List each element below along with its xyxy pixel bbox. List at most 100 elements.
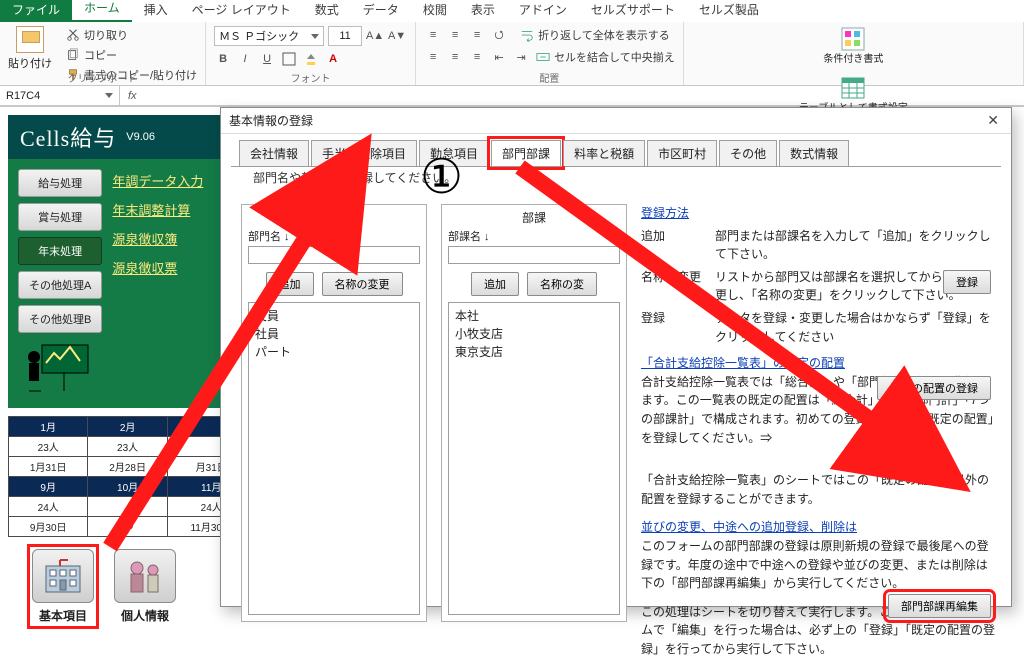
increase-font-icon[interactable]: A▲: [366, 27, 384, 45]
ribbon-tab-view[interactable]: 表示: [459, 0, 507, 22]
reedit-button[interactable]: 部門部課再編集: [888, 594, 991, 618]
dlg-tab-city[interactable]: 市区町村: [647, 140, 717, 166]
presenter-icon: [18, 341, 102, 398]
wrap-label: 折り返して全体を表示する: [538, 27, 670, 43]
list-item[interactable]: 小牧支店: [455, 325, 613, 343]
default-layout-button[interactable]: 既定の配置の登録: [877, 376, 991, 400]
font-family-select[interactable]: ＭＳ Ｐゴシック: [214, 26, 324, 46]
side-btn-bonus[interactable]: 賞与処理: [18, 203, 102, 231]
section-list[interactable]: 本社 小牧支店 東京支店: [448, 302, 620, 615]
decrease-font-icon[interactable]: A▼: [388, 27, 406, 45]
wrap-icon: [520, 28, 534, 42]
ribbon-tab-review[interactable]: 校閲: [411, 0, 459, 22]
bold-icon[interactable]: B: [214, 50, 232, 68]
list-item[interactable]: 役員: [255, 307, 413, 325]
dialog-tabs: 会社情報 手当・控除項目 勤怠項目 部門部課 料率と税額 市区町村 その他 数式…: [221, 134, 1011, 166]
dept-rename-button[interactable]: 名称の変更: [322, 272, 403, 296]
section-add-button[interactable]: 追加: [471, 272, 519, 296]
cal-c: 23人: [88, 437, 167, 457]
list-item[interactable]: 社員: [255, 325, 413, 343]
wrap-text-button[interactable]: 折り返して全体を表示する: [520, 26, 670, 44]
paste-button[interactable]: 貼り付け: [8, 26, 60, 71]
basic-info-dialog: 基本情報の登録 ✕ 会社情報 手当・控除項目 勤怠項目 部門部課 料率と税額 市…: [220, 107, 1012, 607]
name-box-value: R17C4: [6, 90, 40, 102]
excel-ribbon-area: ファイル ホーム 挿入 ページ レイアウト 数式 データ 校閲 表示 アドイン …: [0, 0, 1024, 107]
paste-icon: [16, 26, 44, 53]
ribbon-tab-addins[interactable]: アドイン: [507, 0, 579, 22]
link-tax-slip[interactable]: 源泉徴収票: [112, 258, 203, 277]
border-icon[interactable]: [280, 50, 298, 68]
align-center-icon[interactable]: ≡: [446, 48, 464, 66]
cut-button[interactable]: 切り取り: [66, 26, 197, 44]
yearend-links: 年調データ入力 年末調整計算 源泉徴収簿 源泉徴収票: [112, 169, 203, 398]
list-item[interactable]: 東京支店: [455, 343, 613, 361]
fx-icon[interactable]: fx: [120, 90, 145, 102]
file-tab[interactable]: ファイル: [0, 0, 72, 22]
dlg-tab-rate-tax[interactable]: 料率と税額: [563, 140, 645, 166]
close-icon[interactable]: ✕: [983, 112, 1003, 129]
big-btn-basic[interactable]: 基本項目: [32, 549, 94, 624]
help-link-layout[interactable]: 「合計支給控除一覧表」の既定の配置: [641, 354, 997, 373]
cal-h: 9月: [9, 477, 88, 497]
side-btn-yearend[interactable]: 年末処理: [18, 237, 102, 265]
register-button[interactable]: 登録: [943, 270, 991, 294]
align-middle-icon[interactable]: ≡: [446, 26, 464, 44]
cal-c: [88, 497, 167, 517]
chevron-down-icon: [105, 93, 113, 98]
ribbon-tab-page-layout[interactable]: ページ レイアウト: [180, 0, 303, 22]
ribbon-tab-cells-support[interactable]: セルズサポート: [579, 0, 687, 22]
dept-list[interactable]: 役員 社員 パート: [248, 302, 420, 615]
align-right-icon[interactable]: ≡: [468, 48, 486, 66]
ribbon-tab-formulas[interactable]: 数式: [303, 0, 351, 22]
align-left-icon[interactable]: ≡: [424, 48, 442, 66]
ribbon-group-alignment: ≡ ≡ ≡ ⭯ 折り返して全体を表示する ≡ ≡ ≡ ⇤ ⇥ セルを結合して中央…: [416, 22, 684, 85]
dlg-tab-department[interactable]: 部門部課: [491, 140, 561, 166]
font-color-icon[interactable]: A: [324, 50, 342, 68]
font-size-select[interactable]: 11: [328, 26, 362, 46]
align-bottom-icon[interactable]: ≡: [468, 26, 486, 44]
name-box[interactable]: R17C4: [0, 86, 120, 105]
dept-name-input[interactable]: [248, 246, 420, 264]
help-link-reorder[interactable]: 並びの変更、中途への追加登録、削除は: [641, 518, 997, 537]
indent-inc-icon[interactable]: ⇥: [512, 48, 530, 66]
dept-add-button[interactable]: 追加: [266, 272, 314, 296]
cond-format-button[interactable]: 条件付き書式: [692, 26, 1015, 65]
section-name-input[interactable]: [448, 246, 620, 264]
fill-color-icon[interactable]: [302, 50, 320, 68]
section-rename-button[interactable]: 名称の変: [527, 272, 597, 296]
underline-icon[interactable]: U: [258, 50, 276, 68]
dlg-tab-allowance[interactable]: 手当・控除項目: [311, 140, 417, 166]
merge-label: セルを結合して中央揃え: [554, 49, 675, 65]
merge-center-button[interactable]: セルを結合して中央揃え: [536, 48, 675, 66]
orientation-icon[interactable]: ⭯: [490, 26, 508, 44]
dlg-tab-formula[interactable]: 数式情報: [779, 140, 849, 166]
side-btn-payroll[interactable]: 給与処理: [18, 169, 102, 197]
cal-c: 10: [88, 517, 167, 537]
ribbon-tab-data[interactable]: データ: [351, 0, 411, 22]
cal-c: 2月28日: [88, 457, 167, 477]
dlg-tab-company[interactable]: 会社情報: [239, 140, 309, 166]
font-family-value: ＭＳ Ｐゴシック: [219, 28, 299, 44]
dlg-tab-attend[interactable]: 勤怠項目: [419, 140, 489, 166]
cal-h: 2月: [88, 417, 167, 437]
side-btn-other-b[interactable]: その他処理B: [18, 305, 102, 333]
people-icon: [114, 549, 176, 603]
indent-dec-icon[interactable]: ⇤: [490, 48, 508, 66]
copy-button[interactable]: コピー: [66, 46, 197, 64]
ribbon-tab-cells-product[interactable]: セルズ製品: [687, 0, 771, 22]
kv-v: 部門または部課名を入力して「追加」をクリックして下さい。: [715, 227, 997, 264]
side-btn-other-a[interactable]: その他処理A: [18, 271, 102, 299]
dlg-tab-other[interactable]: その他: [719, 140, 777, 166]
font-size-value: 11: [339, 30, 350, 42]
link-tax-book[interactable]: 源泉徴収簿: [112, 229, 203, 248]
ribbon-tabs: ファイル ホーム 挿入 ページ レイアウト 数式 データ 校閲 表示 アドイン …: [0, 0, 1024, 22]
list-item[interactable]: 本社: [455, 307, 613, 325]
ribbon-tab-home[interactable]: ホーム: [72, 0, 132, 22]
italic-icon[interactable]: I: [236, 50, 254, 68]
link-calc[interactable]: 年末調整計算: [112, 200, 203, 219]
link-data-input[interactable]: 年調データ入力: [112, 171, 203, 190]
align-top-icon[interactable]: ≡: [424, 26, 442, 44]
list-item[interactable]: パート: [255, 343, 413, 361]
big-btn-personal[interactable]: 個人情報: [114, 549, 176, 624]
ribbon-tab-insert[interactable]: 挿入: [132, 0, 180, 22]
